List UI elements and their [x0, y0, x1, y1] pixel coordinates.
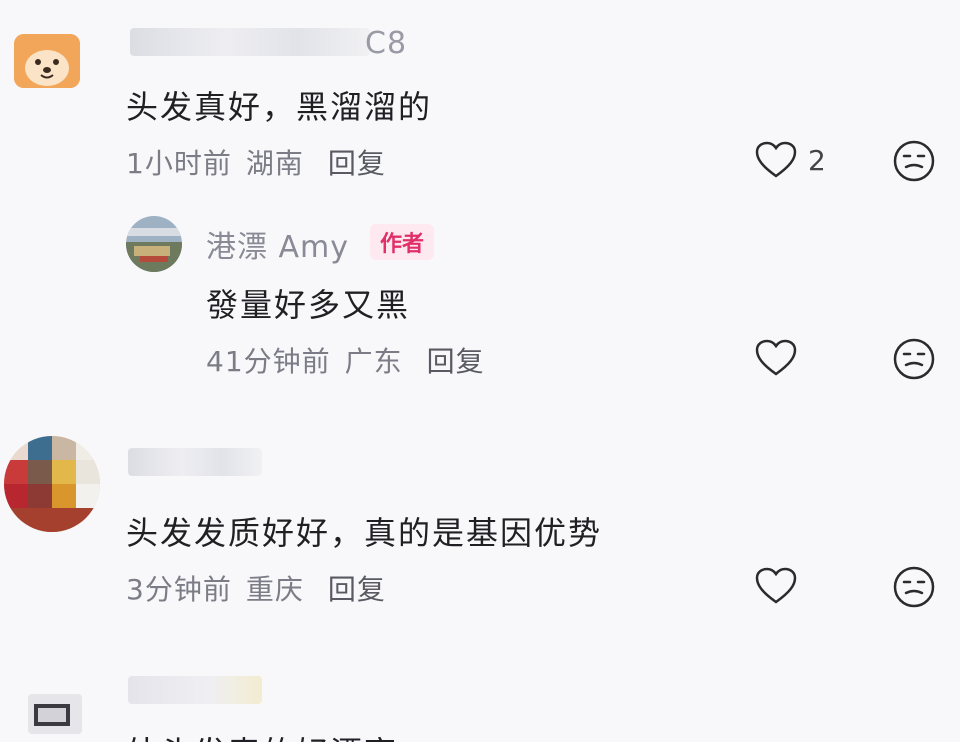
avatar-pixelated[interactable]	[4, 436, 100, 532]
reply-button[interactable]: 回复	[427, 345, 485, 378]
emoji-button[interactable]	[892, 337, 936, 381]
dog-avatar-icon	[14, 34, 80, 88]
author-avatar-icon	[126, 216, 182, 272]
comment-meta: 1小时前 湖南 回复	[126, 142, 386, 182]
comment-location: 湖南	[245, 147, 304, 180]
neutral-face-icon	[893, 566, 935, 608]
username-suffix: C8	[365, 26, 408, 61]
reply-meta: 41分钟前 广东 回复	[206, 340, 485, 380]
neutral-face-icon	[893, 140, 935, 182]
like-button[interactable]: 2	[754, 140, 826, 180]
like-button[interactable]	[754, 338, 798, 378]
comment-text-partial: 外头发表的好漂亮	[126, 728, 398, 742]
avatar-author[interactable]	[126, 216, 182, 272]
username-blurred	[128, 448, 262, 476]
avatar-image-icon	[28, 694, 82, 734]
username-blurred	[130, 28, 370, 56]
heart-outline-icon	[755, 339, 797, 376]
comment-time: 3分钟前	[126, 573, 232, 606]
heart-outline-icon	[755, 567, 797, 604]
comment-time: 1小时前	[126, 147, 232, 180]
username-blurred	[128, 676, 262, 704]
reply-button[interactable]: 回复	[328, 147, 386, 180]
reply-location: 广东	[344, 345, 403, 378]
comment-meta: 3分钟前 重庆 回复	[126, 568, 386, 608]
emoji-button[interactable]	[892, 565, 936, 609]
heart-outline-icon	[755, 141, 797, 178]
comment-text: 头发真好，黑溜溜的	[126, 88, 433, 126]
comment-list: C8 头发真好，黑溜溜的 1小时前 湖南 回复 2 港漂 Amy 作者 發量好多…	[0, 0, 960, 742]
avatar-partial[interactable]	[28, 694, 82, 734]
reply-text: 發量好多又黑	[206, 286, 411, 324]
comment-text: 头发发质好好，真的是基因优势	[126, 514, 603, 552]
like-button[interactable]	[754, 566, 798, 606]
comment-location: 重庆	[245, 573, 304, 606]
author-username[interactable]: 港漂 Amy	[206, 222, 349, 266]
reply-time: 41分钟前	[206, 345, 331, 378]
reply-button[interactable]: 回复	[328, 573, 386, 606]
author-badge: 作者	[370, 224, 435, 260]
like-count: 2	[808, 143, 826, 177]
neutral-face-icon	[893, 338, 935, 380]
pixelated-avatar-icon	[4, 436, 100, 532]
avatar-dog[interactable]	[14, 34, 80, 88]
emoji-button[interactable]	[892, 139, 936, 183]
